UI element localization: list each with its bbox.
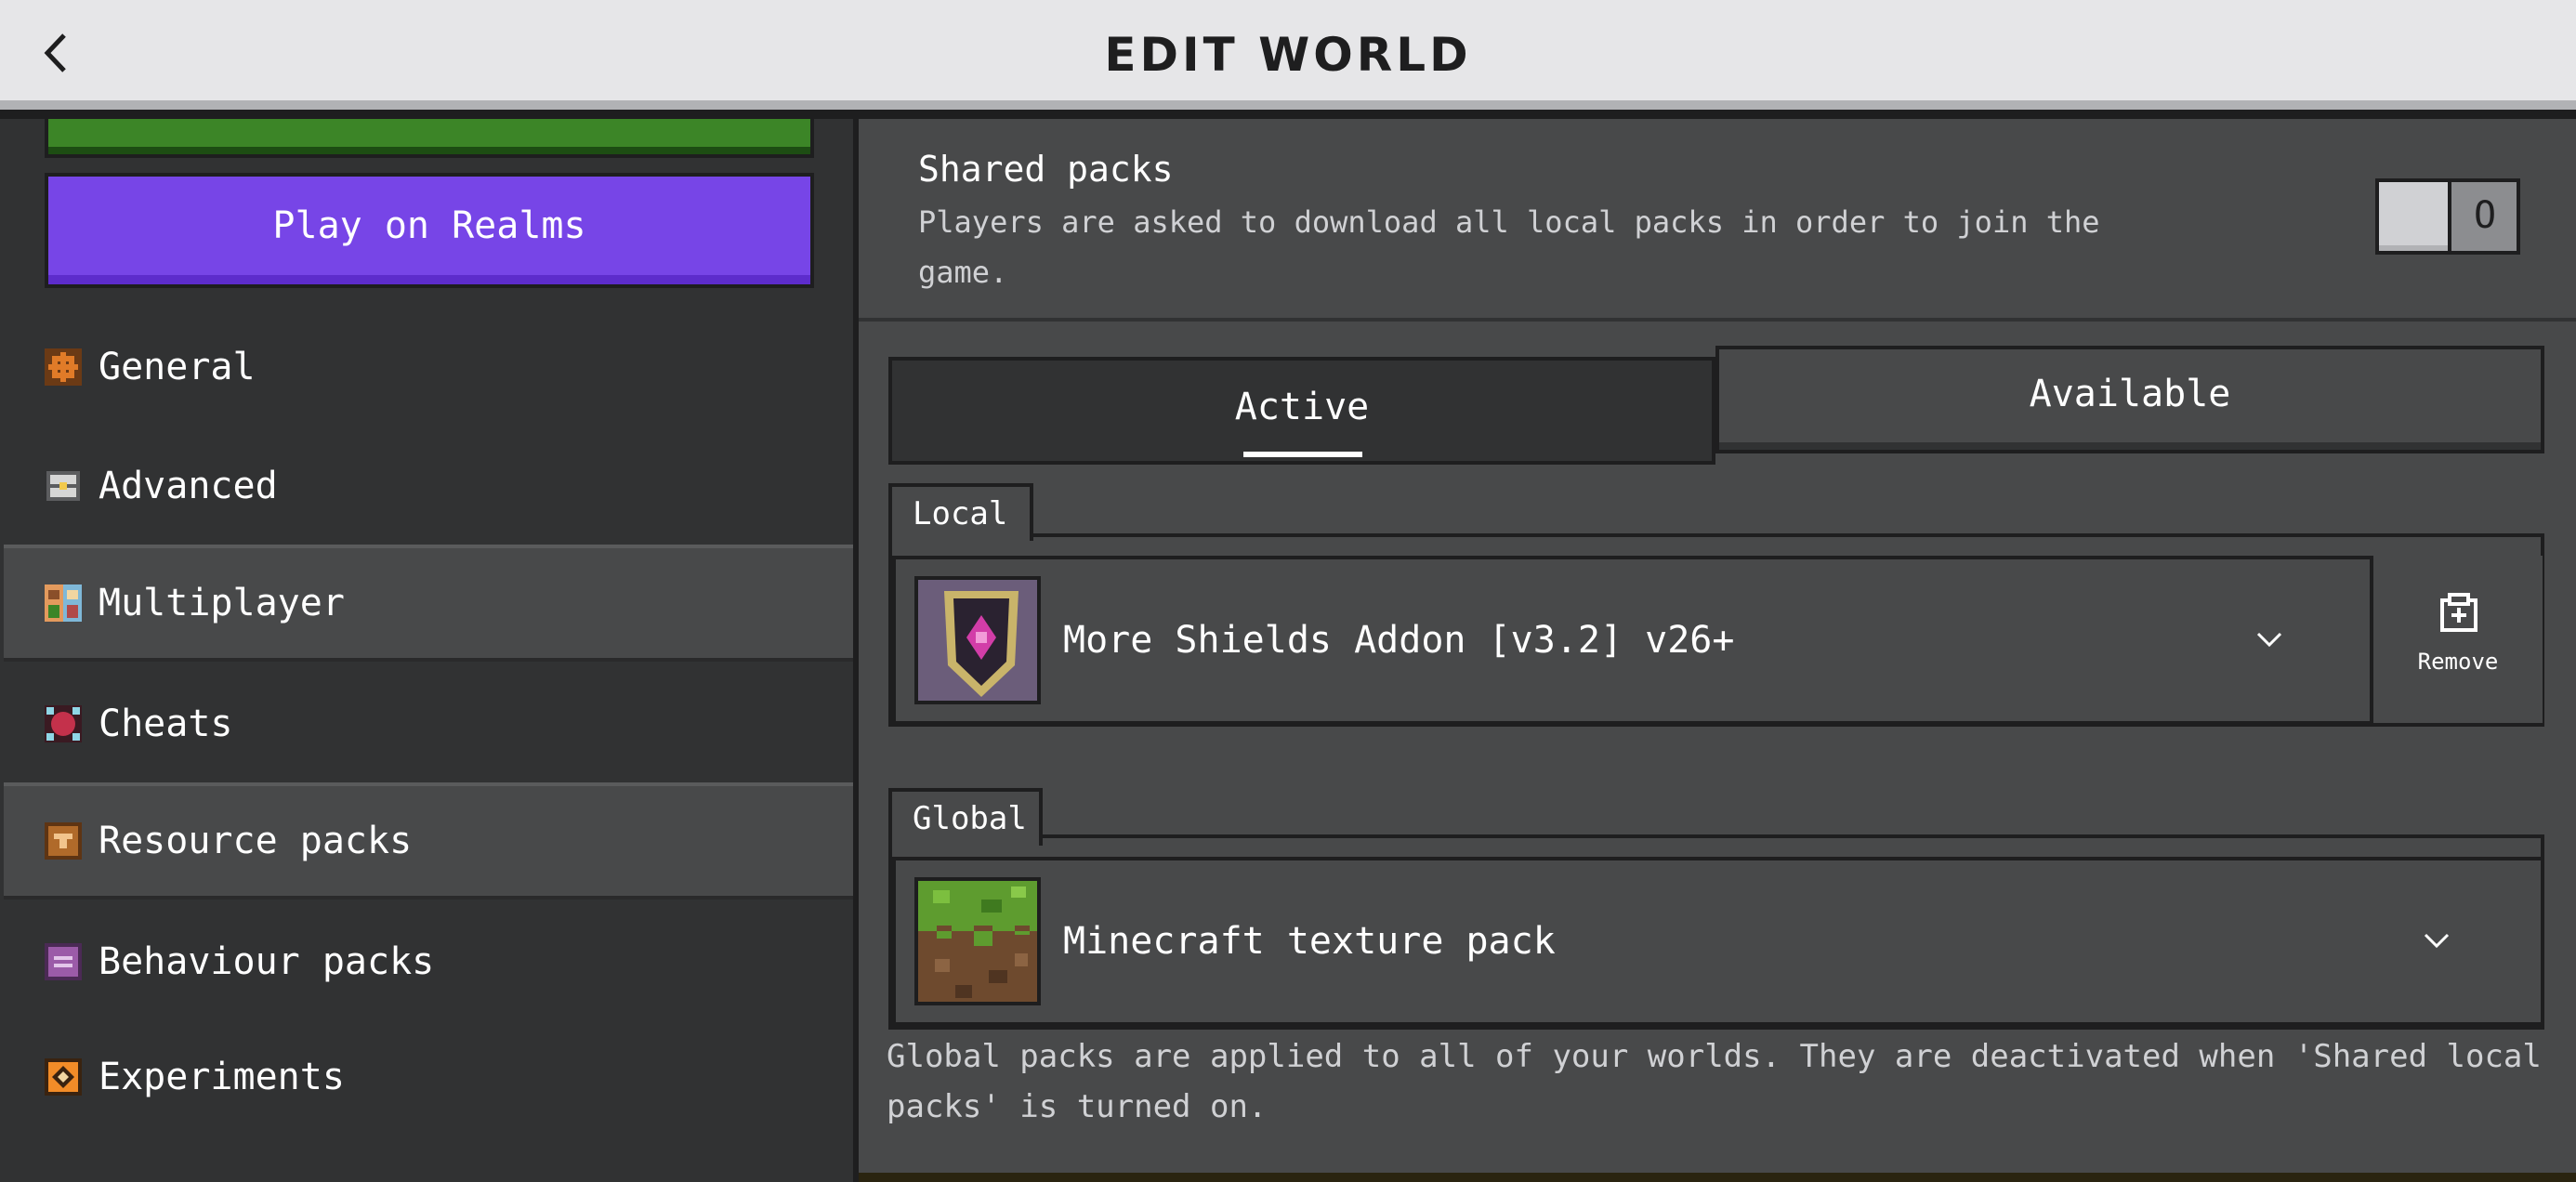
tab-active[interactable]: Active <box>888 357 1715 465</box>
chevron-down-icon[interactable] <box>2416 920 2457 961</box>
tab-available-label: Available <box>2029 373 2231 415</box>
sidebar-item-cheats[interactable]: Cheats <box>4 667 853 781</box>
play-on-realms-button[interactable]: Play on Realms <box>45 173 814 288</box>
resource-pack-icon <box>45 822 82 860</box>
tab-active-label: Active <box>1234 386 1370 428</box>
players-icon <box>45 584 82 622</box>
toggle-knob <box>2379 182 2451 251</box>
sidebar-item-label: General <box>99 346 256 388</box>
remove-icon <box>2440 593 2477 632</box>
sidebar-item-multiplayer[interactable]: Multiplayer <box>4 545 853 662</box>
global-section-label: Global <box>888 788 1043 846</box>
sidebar-item-general[interactable]: General <box>4 310 853 424</box>
pack-thumbnail <box>914 877 1041 1005</box>
sidebar-item-label: Experiments <box>99 1056 345 1098</box>
background-strip <box>859 1173 2576 1182</box>
cheats-icon <box>45 705 82 742</box>
sidebar-item-label: Multiplayer <box>99 582 345 624</box>
gear-icon <box>45 348 82 386</box>
remove-pack-button[interactable]: Remove <box>2370 556 2543 723</box>
shared-packs-description: Players are asked to download all local … <box>918 204 2100 290</box>
page-title: EDIT WORLD <box>1104 28 1472 82</box>
sidebar-item-resource-packs[interactable]: Resource packs <box>4 782 853 900</box>
sidebar-item-label: Resource packs <box>99 820 413 862</box>
sidebar-item-label: Advanced <box>99 465 278 507</box>
behaviour-pack-icon <box>45 943 82 980</box>
play-button[interactable] <box>45 119 814 158</box>
toggle-off-indicator: O <box>2473 194 2497 237</box>
active-tab-indicator <box>1243 452 1362 457</box>
chevron-left-icon <box>44 33 66 72</box>
pack-name: More Shields Addon [v3.2] v26+ <box>1063 619 1735 662</box>
tab-available[interactable]: Available <box>1715 346 2544 453</box>
chest-icon <box>45 467 82 505</box>
header-bar: EDIT WORLD <box>0 0 2576 110</box>
shared-packs-toggle[interactable]: O <box>2375 178 2520 255</box>
sidebar-item-behaviour-packs[interactable]: Behaviour packs <box>4 905 853 1018</box>
local-pack-row[interactable]: More Shields Addon [v3.2] v26+ <box>892 556 2544 725</box>
pack-thumbnail <box>914 576 1041 704</box>
global-packs-note: Global packs are applied to all of your … <box>887 1038 2542 1125</box>
local-section-label: Local <box>888 483 1033 541</box>
experiments-icon <box>45 1058 82 1096</box>
remove-label: Remove <box>2417 649 2499 675</box>
chevron-down-icon[interactable] <box>2249 619 2290 660</box>
sidebar-item-experiments[interactable]: Experiments <box>4 1020 853 1134</box>
sidebar-item-label: Cheats <box>99 703 233 745</box>
sidebar-item-label: Behaviour packs <box>99 940 435 983</box>
sidebar-item-advanced[interactable]: Advanced <box>4 429 853 543</box>
back-button[interactable] <box>28 22 84 84</box>
pack-name: Minecraft texture pack <box>1063 920 1556 963</box>
global-pack-row[interactable]: Minecraft texture pack <box>892 857 2544 1026</box>
shared-packs-title: Shared packs <box>918 149 1174 190</box>
